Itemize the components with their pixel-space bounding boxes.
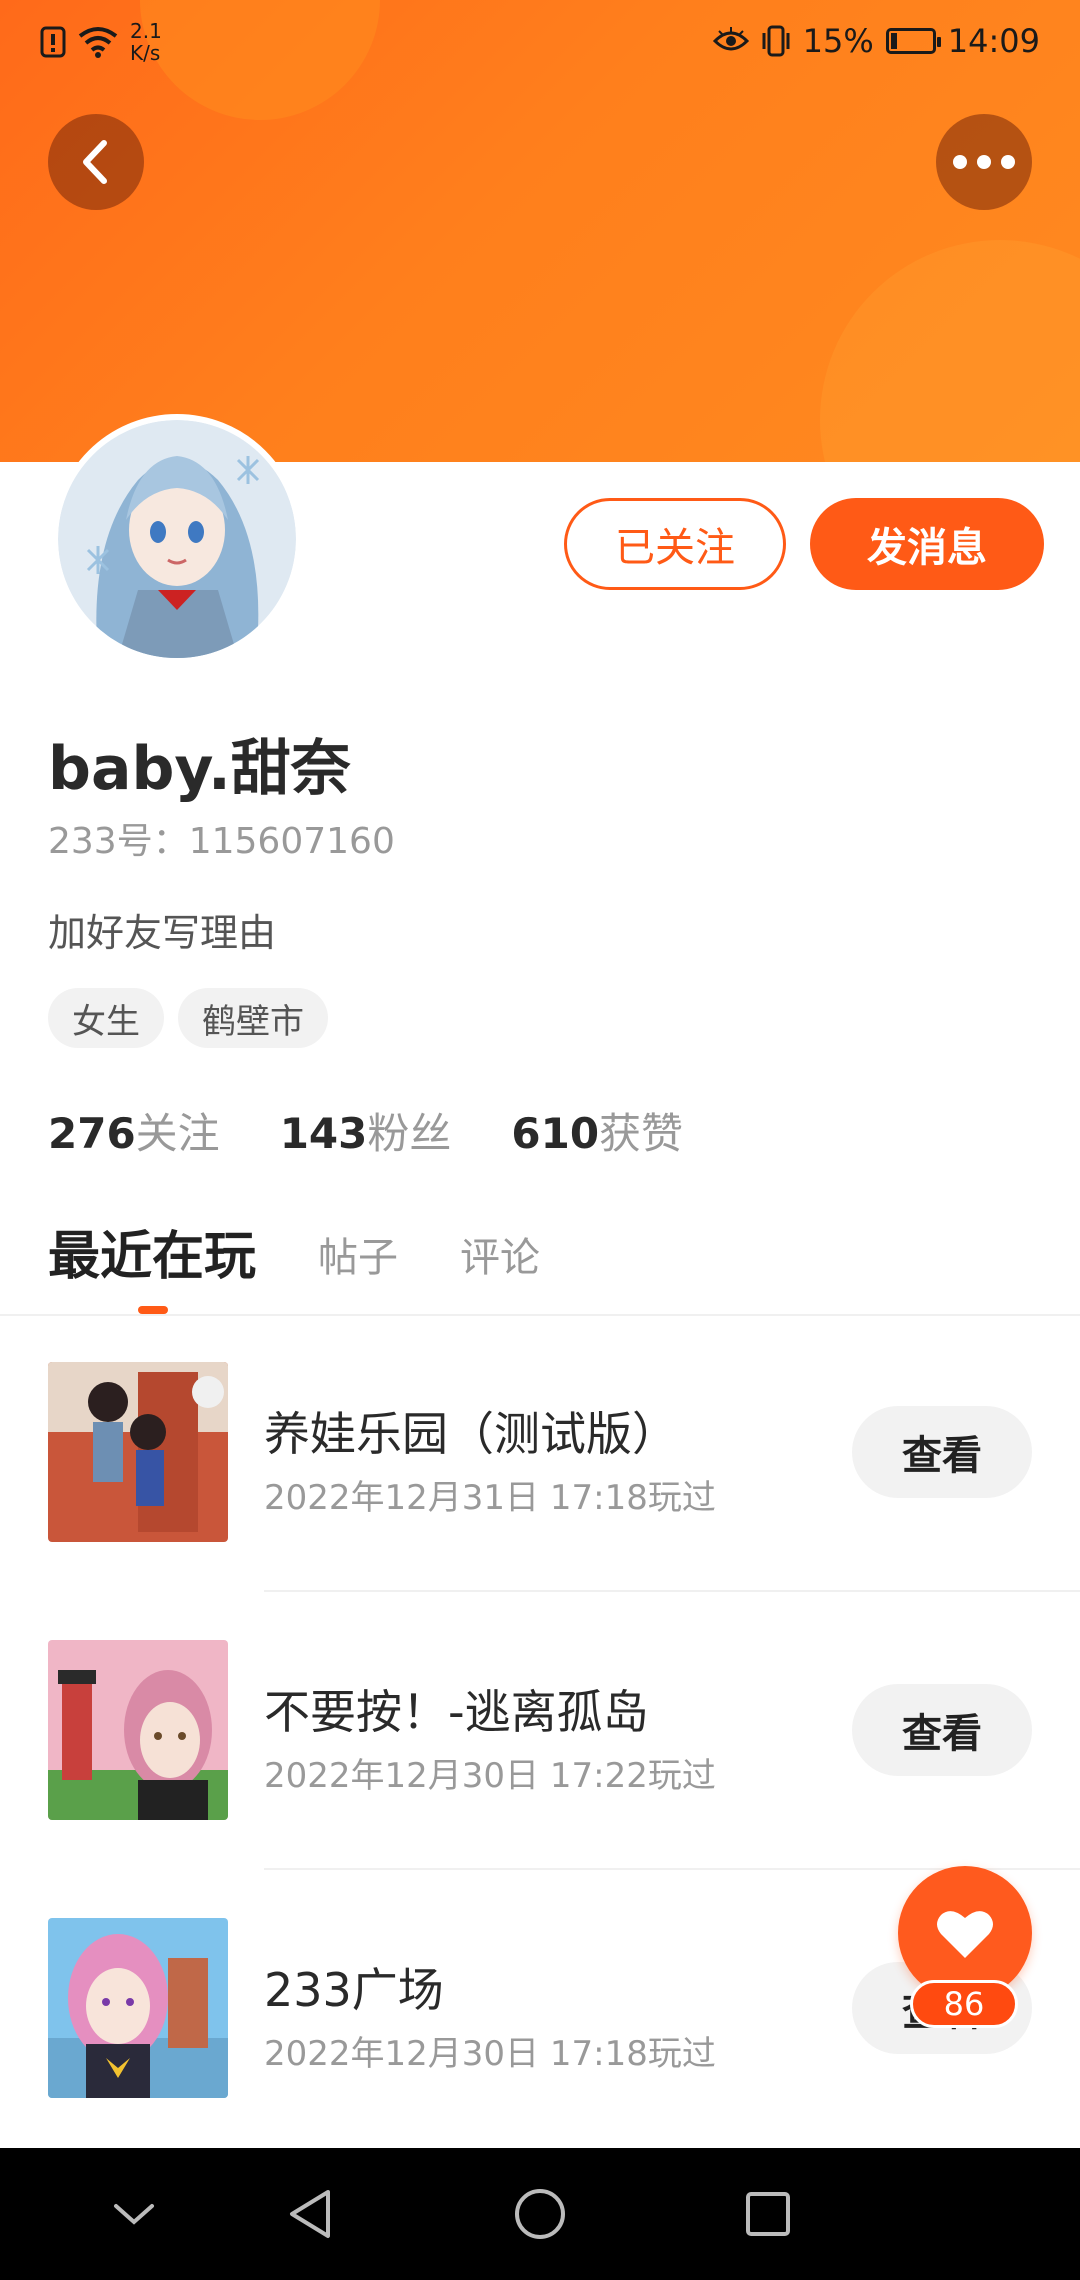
nav-back-button[interactable] [280, 2184, 340, 2244]
tag-gender: 女生 [48, 988, 164, 1048]
vibrate-icon [762, 25, 790, 57]
list-item[interactable]: 不要按！-逃离孤岛 2022年12月30日 17:22玩过 查看 [0, 1640, 1080, 1918]
network-speed-unit: K/s [130, 41, 161, 65]
battery-percent: 15% [802, 22, 874, 60]
nav-recents-button[interactable] [738, 2184, 798, 2244]
game-played-time: 2022年12月30日 17:18玩过 [264, 2034, 716, 2074]
profile-tags: 女生 鹤壁市 [48, 988, 328, 1048]
divider [0, 1314, 1080, 1316]
heart-icon [937, 1911, 993, 1958]
send-message-button[interactable]: 发消息 [810, 498, 1044, 590]
game-name: 不要按！-逃离孤岛 [264, 1685, 649, 1739]
game-thumbnail [48, 1362, 228, 1542]
game-thumbnail [48, 1640, 228, 1820]
view-button[interactable]: 查看 [852, 1406, 1032, 1498]
active-tab-indicator [138, 1306, 168, 1314]
game-name: 233广场 [264, 1963, 444, 2017]
home-circle-icon [515, 2189, 565, 2239]
game-played-time: 2022年12月31日 17:18玩过 [264, 1478, 716, 1518]
nav-home-button[interactable] [510, 2184, 570, 2244]
back-triangle-icon [290, 2190, 330, 2238]
account-id: 233号：115607160 [48, 821, 395, 862]
battery-fill [890, 33, 897, 49]
back-button[interactable] [48, 114, 144, 210]
header-decoration [820, 240, 1080, 462]
network-speed: 2.1 K/s [130, 20, 162, 64]
view-button[interactable]: 查看 [852, 1684, 1032, 1776]
stat-number: 610 [511, 1109, 600, 1158]
stat-number: 143 [279, 1109, 368, 1158]
more-options-button[interactable] [936, 114, 1032, 210]
battery-icon [885, 28, 941, 54]
tab-posts[interactable]: 帖子 [318, 1225, 398, 1289]
like-count-badge: 86 [910, 1980, 1018, 2028]
game-thumbnail [48, 1918, 228, 2098]
system-nav-bar [0, 2148, 1080, 2280]
game-name: 养娃乐园（测试版） [264, 1407, 678, 1461]
stat-followers[interactable]: 143粉丝 [280, 1100, 452, 1161]
status-right: 15% 14:09 [712, 22, 1040, 60]
tab-recently-played[interactable]: 最近在玩 [48, 1214, 256, 1289]
profile-stats: 276关注 143粉丝 610获赞 [48, 1100, 683, 1161]
stat-number: 276 [48, 1109, 136, 1158]
profile-tabs: 最近在玩 帖子 评论 [48, 1214, 540, 1289]
eye-icon [712, 27, 749, 51]
stat-likes[interactable]: 610获赞 [511, 1100, 683, 1161]
avatar-image [58, 420, 296, 658]
status-left: 2.1 K/s [40, 20, 162, 64]
game-played-time: 2022年12月30日 17:22玩过 [264, 1756, 716, 1796]
wifi-icon [78, 27, 118, 58]
status-bar: 2.1 K/s 15% 14:09 [0, 0, 1080, 90]
chevron-down-icon [114, 2204, 154, 2225]
list-item[interactable]: 养娃乐园（测试版） 2022年12月31日 17:18玩过 查看 [0, 1362, 1080, 1640]
stat-following[interactable]: 276关注 [48, 1100, 220, 1161]
tag-city: 鹤壁市 [178, 988, 328, 1048]
more-horizontal-icon [953, 155, 1015, 169]
clock: 14:09 [947, 22, 1040, 60]
username: baby.甜奈 [48, 734, 351, 804]
avatar[interactable] [52, 414, 302, 664]
tab-comments[interactable]: 评论 [460, 1225, 540, 1289]
followed-button[interactable]: 已关注 [564, 498, 786, 590]
recents-square-icon [746, 2192, 790, 2236]
bio: 加好友写理由 [48, 911, 277, 955]
alert-icon [40, 26, 66, 58]
nav-collapse-button[interactable] [104, 2184, 164, 2244]
stat-label: 关注 [135, 1109, 220, 1158]
chevron-left-icon [83, 140, 107, 184]
network-speed-value: 2.1 [130, 19, 162, 43]
divider [264, 1590, 1080, 1592]
stat-label: 获赞 [599, 1109, 684, 1158]
stat-label: 粉丝 [367, 1109, 452, 1158]
